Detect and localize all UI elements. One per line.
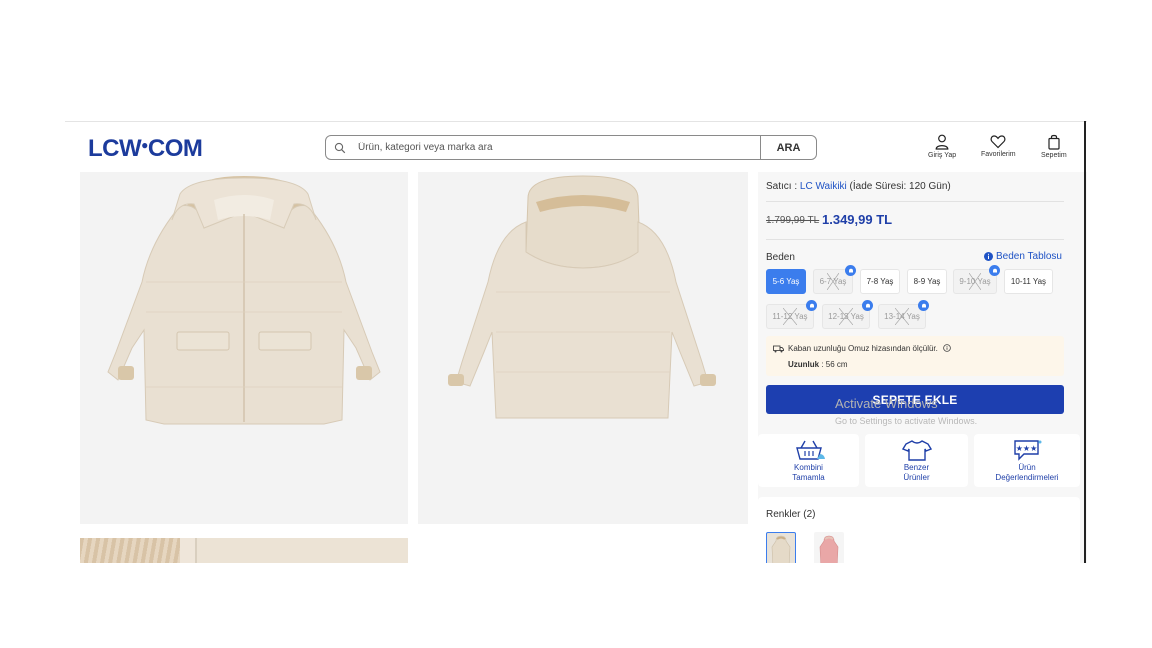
bell-icon[interactable] — [918, 300, 929, 311]
size-option-9-10[interactable]: 9-10 Yaş — [953, 265, 1000, 294]
colors-label: Renkler (2) — [766, 509, 816, 520]
seller-prefix: Satıcı : — [766, 181, 798, 192]
fur-lining-detail — [80, 538, 180, 563]
search-input[interactable] — [354, 136, 760, 159]
favorites-button[interactable]: Favorilerim — [981, 134, 1016, 158]
seller-info: Satıcı : LC Waikiki (İade Süresi: 120 Gü… — [766, 181, 951, 192]
size-table-link[interactable]: Beden Tablosu — [984, 251, 1062, 262]
search-button[interactable]: ARA — [760, 136, 816, 159]
coat-back-illustration — [448, 175, 716, 419]
size-option-11-12[interactable]: 11-12 Yaş — [766, 300, 817, 329]
coat-fabric-detail — [195, 538, 408, 563]
browser-viewport: LCW●COM ARA Giriş Yap Favorilerim Sepeti… — [65, 121, 1087, 563]
complete-look-button[interactable]: Kombini Tamamla — [758, 434, 859, 487]
info-icon — [984, 252, 993, 261]
current-price: 1.349,99 TL — [822, 212, 893, 227]
search-bar: ARA — [325, 135, 817, 160]
heart-icon — [990, 135, 1006, 149]
length-info: Uzunluk : 56 cm — [788, 360, 848, 369]
old-price: 1.799,99 TL — [766, 215, 820, 226]
shopping-bag-icon — [1048, 134, 1060, 150]
product-image-front[interactable] — [80, 172, 408, 524]
svg-text:★★★: ★★★ — [1016, 444, 1038, 453]
product-image-back[interactable] — [418, 172, 748, 524]
size-option-5-6[interactable]: 5-6 Yaş — [766, 269, 806, 294]
login-label: Giriş Yap — [928, 152, 957, 159]
color-swatch-pink[interactable] — [814, 532, 844, 563]
size-option-13-14[interactable]: 13-14 Yaş — [878, 300, 929, 329]
return-info: (İade Süresi: 120 Gün) — [849, 181, 951, 192]
size-option-6-7[interactable]: 6-7 Yaş — [813, 265, 856, 294]
frame-edge-right — [1084, 121, 1086, 563]
colors-section: Renkler (2) — [758, 497, 1080, 563]
lcw-logo[interactable]: LCW●COM — [88, 135, 203, 163]
cart-label: Sepetim — [1041, 152, 1067, 159]
seller-link[interactable]: LC Waikiki — [800, 181, 847, 192]
review-bubble-icon: ★★★ — [1014, 440, 1042, 461]
user-icon — [935, 134, 949, 150]
measurement-note: Kaban uzunluğu Omuz hizasından ölçülür. … — [766, 336, 1064, 376]
color-swatch-beige[interactable] — [766, 532, 796, 563]
product-info-panel: Satıcı : LC Waikiki (İade Süresi: 120 Gü… — [758, 172, 1087, 563]
tshirt-icon — [901, 440, 932, 461]
product-reviews-button[interactable]: ★★★ Ürün Değerlendirmeleri — [974, 434, 1080, 487]
coat-front-illustration — [107, 176, 381, 425]
product-image-detail[interactable] — [80, 538, 408, 563]
site-header: LCW●COM ARA Giriş Yap Favorilerim Sepeti… — [68, 122, 1086, 172]
bell-icon[interactable] — [862, 300, 873, 311]
divider — [766, 201, 1064, 202]
bell-icon[interactable] — [806, 300, 817, 311]
measurement-text: Kaban uzunluğu Omuz hizasından ölçülür. — [788, 344, 951, 353]
size-label: Beden — [766, 252, 795, 263]
bell-icon[interactable] — [989, 265, 1000, 276]
search-icon — [326, 136, 354, 159]
cart-button[interactable]: Sepetim — [1041, 134, 1067, 159]
divider — [766, 239, 1064, 240]
size-option-10-11[interactable]: 10-11 Yaş — [1004, 269, 1053, 294]
basket-icon — [795, 440, 825, 460]
size-option-8-9[interactable]: 8-9 Yaş — [907, 269, 947, 294]
similar-products-button[interactable]: Benzer Ürünler — [865, 434, 968, 487]
bell-icon[interactable] — [845, 265, 856, 276]
login-button[interactable]: Giriş Yap — [928, 134, 956, 159]
favorites-label: Favorilerim — [981, 151, 1016, 158]
activate-windows-subtitle: Go to Settings to activate Windows. — [835, 416, 978, 426]
size-option-12-13[interactable]: 12-13 Yaş — [822, 300, 873, 329]
ruler-truck-icon — [773, 345, 784, 353]
activate-windows-title: Activate Windows — [835, 396, 938, 411]
help-circle-icon[interactable] — [943, 344, 951, 352]
size-option-7-8[interactable]: 7-8 Yaş — [860, 269, 900, 294]
